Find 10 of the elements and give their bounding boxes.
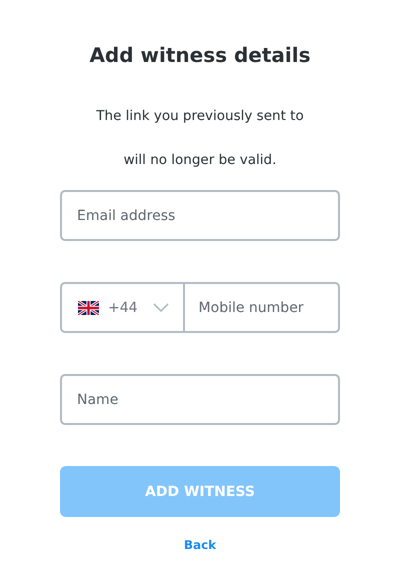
mobile-number-field[interactable]: Mobile number [184, 282, 340, 333]
message-text: The link you previously sent to [96, 107, 304, 126]
message-text: will no longer be valid. [124, 151, 276, 170]
name-field[interactable]: Name [60, 374, 340, 425]
flag-icon [78, 300, 99, 314]
country-select[interactable]: +44 [60, 282, 185, 333]
chevron-down-icon [152, 303, 169, 312]
email-field[interactable]: Email address [60, 190, 340, 241]
back-link[interactable]: Back [184, 538, 216, 552]
page-title: Add witness details [89, 42, 311, 69]
